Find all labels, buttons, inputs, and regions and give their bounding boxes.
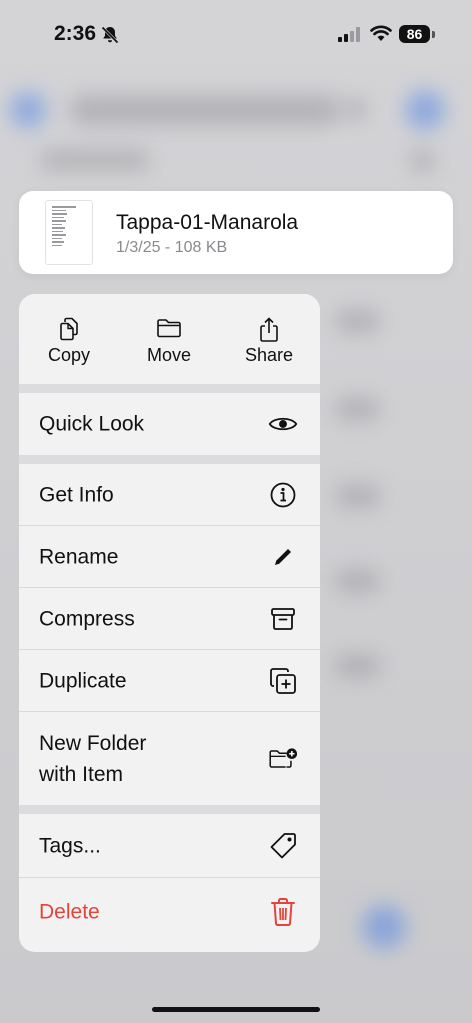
folder-icon: [157, 319, 181, 338]
share-button[interactable]: Share: [219, 294, 319, 384]
tags-item[interactable]: Tags...: [19, 814, 320, 878]
quick-look-label: Quick Look: [39, 412, 145, 436]
compress-label: Compress: [39, 607, 135, 630]
copy-label: Copy: [47, 345, 91, 365]
delete-item[interactable]: Delete: [19, 878, 320, 946]
rename-label: Rename: [39, 545, 119, 568]
new-folder-with-item[interactable]: New Folder with Item: [19, 712, 320, 805]
move-label: Move: [146, 345, 191, 365]
share-label: Share: [244, 345, 294, 365]
pencil-icon: [268, 542, 298, 572]
duplicate-icon: [268, 666, 298, 696]
duplicate-label: Duplicate: [39, 669, 127, 692]
compress-item[interactable]: Compress: [19, 588, 320, 650]
copy-icon: [60, 317, 78, 341]
cellular-signal-icon: [338, 27, 360, 42]
menu-section-divider: [19, 384, 320, 393]
battery-level: 86: [399, 25, 430, 43]
file-preview-card[interactable]: Tappa-01-Manarola 1/3/25 - 108 KB: [19, 191, 453, 274]
menu-section-divider: [19, 455, 320, 464]
context-menu: Copy Move Share Quick Look Get Info Rena…: [19, 294, 320, 952]
delete-label: Delete: [39, 900, 100, 924]
rename-item[interactable]: Rename: [19, 526, 320, 588]
menu-section-divider: [19, 805, 320, 814]
silent-bell-icon: [101, 26, 119, 44]
duplicate-item[interactable]: Duplicate: [19, 650, 320, 712]
new-folder-label-line1: New Folder: [39, 731, 147, 755]
file-name: Tappa-01-Manarola: [116, 211, 299, 234]
file-thumbnail: [45, 200, 93, 265]
share-icon: [260, 317, 278, 342]
tags-label: Tags...: [39, 834, 101, 857]
get-info-item[interactable]: Get Info: [19, 464, 320, 526]
trash-icon: [268, 897, 298, 927]
copy-button[interactable]: Copy: [19, 294, 119, 384]
home-indicator[interactable]: [152, 1007, 320, 1012]
move-button[interactable]: Move: [119, 294, 219, 384]
get-info-label: Get Info: [39, 483, 114, 506]
eye-icon: [268, 409, 298, 439]
info-icon: [268, 480, 298, 510]
new-folder-label: New Folder with Item: [39, 728, 146, 790]
file-meta: 1/3/25 - 108 KB: [116, 239, 228, 256]
folder-badge-plus-icon: [268, 744, 298, 774]
wifi-icon: [370, 25, 392, 41]
battery-tip: [432, 31, 435, 38]
clock: 2:36: [54, 22, 97, 45]
new-folder-label-line2: with Item: [39, 762, 124, 786]
quick-look-item[interactable]: Quick Look: [19, 393, 320, 455]
archive-box-icon: [268, 604, 298, 634]
status-bar: 2:36 86: [0, 0, 472, 70]
tag-icon: [268, 831, 298, 861]
quick-actions: Copy Move Share: [19, 294, 320, 384]
